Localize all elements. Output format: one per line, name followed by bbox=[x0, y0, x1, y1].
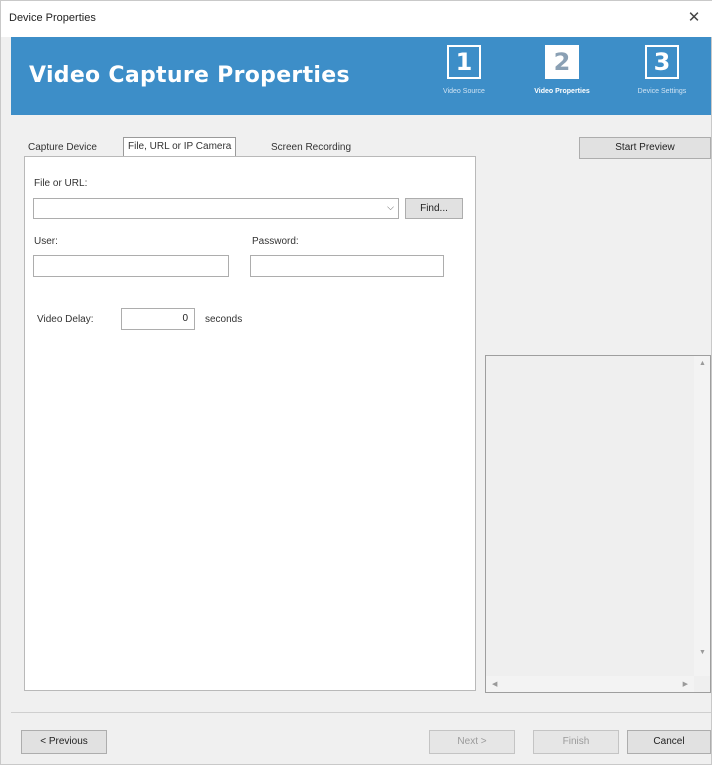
vertical-scrollbar[interactable]: ▲ ▼ bbox=[694, 356, 710, 676]
tab-capture-device[interactable]: Capture Device bbox=[25, 139, 100, 156]
file-url-combobox[interactable]: ⌵ bbox=[33, 198, 399, 219]
password-label: Password: bbox=[252, 236, 299, 247]
wizard-banner: Video Capture Properties 1 Video Source … bbox=[11, 37, 711, 115]
tab-file-url-ip-camera[interactable]: File, URL or IP Camera bbox=[123, 137, 237, 156]
finish-button[interactable]: Finish bbox=[533, 730, 619, 754]
step-number: 2 bbox=[545, 45, 579, 79]
start-preview-button[interactable]: Start Preview bbox=[579, 137, 711, 159]
step-video-source: 1 Video Source bbox=[419, 45, 509, 95]
video-delay-input[interactable]: 0 bbox=[121, 308, 195, 330]
file-url-label: File or URL: bbox=[34, 178, 88, 189]
tab-panel: File or URL: ⌵ Find... User: Password: V… bbox=[24, 156, 476, 691]
step-video-properties: 2 Video Properties bbox=[517, 45, 607, 95]
step-device-settings: 3 Device Settings bbox=[617, 45, 707, 95]
tab-screen-recording[interactable]: Screen Recording bbox=[268, 139, 354, 156]
device-properties-window: Device Properties ✕ Video Capture Proper… bbox=[0, 0, 712, 765]
step-label: Device Settings bbox=[637, 88, 687, 95]
cancel-button[interactable]: Cancel bbox=[627, 730, 711, 754]
video-delay-label: Video Delay: bbox=[37, 314, 94, 325]
footer-divider bbox=[11, 712, 711, 713]
scroll-right-icon[interactable]: ▶ bbox=[683, 680, 688, 688]
find-button[interactable]: Find... bbox=[405, 198, 463, 219]
scroll-up-icon[interactable]: ▲ bbox=[699, 360, 706, 367]
step-label: Video Source bbox=[443, 88, 485, 95]
user-input[interactable] bbox=[33, 255, 229, 277]
close-icon[interactable]: ✕ bbox=[683, 7, 705, 29]
video-preview-area: ▲ ▼ ◀ ▶ bbox=[485, 355, 711, 693]
next-button[interactable]: Next > bbox=[429, 730, 515, 754]
title-bar: Device Properties ✕ bbox=[1, 1, 712, 37]
page-title: Video Capture Properties bbox=[29, 63, 350, 88]
window-title: Device Properties bbox=[9, 12, 96, 24]
user-label: User: bbox=[34, 236, 58, 247]
step-label: Video Properties bbox=[534, 88, 590, 95]
chevron-down-icon[interactable]: ⌵ bbox=[387, 202, 394, 213]
step-number: 3 bbox=[645, 45, 679, 79]
horizontal-scrollbar[interactable]: ◀ ▶ bbox=[486, 676, 694, 692]
scroll-left-icon[interactable]: ◀ bbox=[492, 680, 497, 688]
previous-button[interactable]: < Previous bbox=[21, 730, 107, 754]
scroll-down-icon[interactable]: ▼ bbox=[699, 649, 706, 656]
step-number: 1 bbox=[447, 45, 481, 79]
password-input[interactable] bbox=[250, 255, 444, 277]
video-delay-unit: seconds bbox=[205, 314, 243, 325]
